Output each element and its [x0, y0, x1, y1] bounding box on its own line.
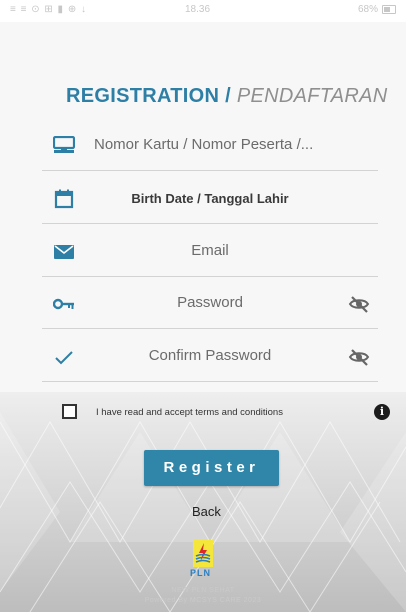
birth-date-field[interactable]: Birth Date / Tanggal Lahir [42, 175, 378, 224]
register-button[interactable]: Register [144, 450, 279, 486]
email-placeholder: Email [191, 242, 229, 259]
birth-date-placeholder: Birth Date / Tanggal Lahir [131, 191, 289, 206]
status-icons: ≡ ≡ ⊙ ⊞ ▮ ⊕ ↓ [10, 4, 87, 15]
mail-icon [52, 240, 76, 264]
title-separator: / [219, 85, 237, 107]
card-number-placeholder: Nomor Kartu / Nomor Peserta /... [94, 136, 314, 153]
pln-logo-icon [193, 540, 213, 567]
back-link[interactable]: Back [192, 504, 221, 519]
background-geometric-pattern [0, 392, 406, 612]
footer-app-name: NEW PLN SEHAT [171, 587, 235, 594]
status-time: 18.36 [185, 4, 211, 15]
info-icon[interactable]: i [374, 404, 390, 420]
logo-text: PLN [190, 568, 211, 578]
password-field[interactable]: Password [42, 280, 378, 329]
battery-level: 68% [357, 4, 378, 15]
confirm-password-field[interactable]: Confirm Password [42, 333, 378, 382]
key-icon [52, 292, 76, 316]
email-field[interactable]: Email [42, 228, 378, 277]
terms-row: I have read and accept terms and conditi… [62, 403, 390, 423]
confirm-password-placeholder: Confirm Password [148, 347, 272, 364]
eye-off-icon[interactable] [348, 346, 370, 368]
eye-off-icon[interactable] [348, 293, 370, 315]
terms-label: I have read and accept terms and conditi… [96, 407, 283, 418]
card-number-field[interactable]: Nomor Kartu / Nomor Peserta /... [42, 122, 378, 171]
calendar-icon [52, 187, 76, 211]
battery-icon [382, 5, 396, 14]
footer-powered-by: Powered By MCSYS CARE 2023 [144, 597, 262, 604]
check-icon [52, 345, 76, 369]
status-right-group: 68% [358, 4, 396, 15]
title-main: REGISTRATION [66, 85, 220, 107]
terms-checkbox[interactable] [62, 404, 77, 419]
title-subtitle: PENDAFTARAN [236, 85, 388, 107]
password-placeholder: Password [177, 294, 243, 311]
page-title: REGISTRATION / PENDAFTARAN [66, 85, 388, 108]
status-bar: ≡ ≡ ⊙ ⊞ ▮ ⊕ ↓ 18.36 68% [0, 0, 406, 22]
card-icon [52, 134, 76, 158]
